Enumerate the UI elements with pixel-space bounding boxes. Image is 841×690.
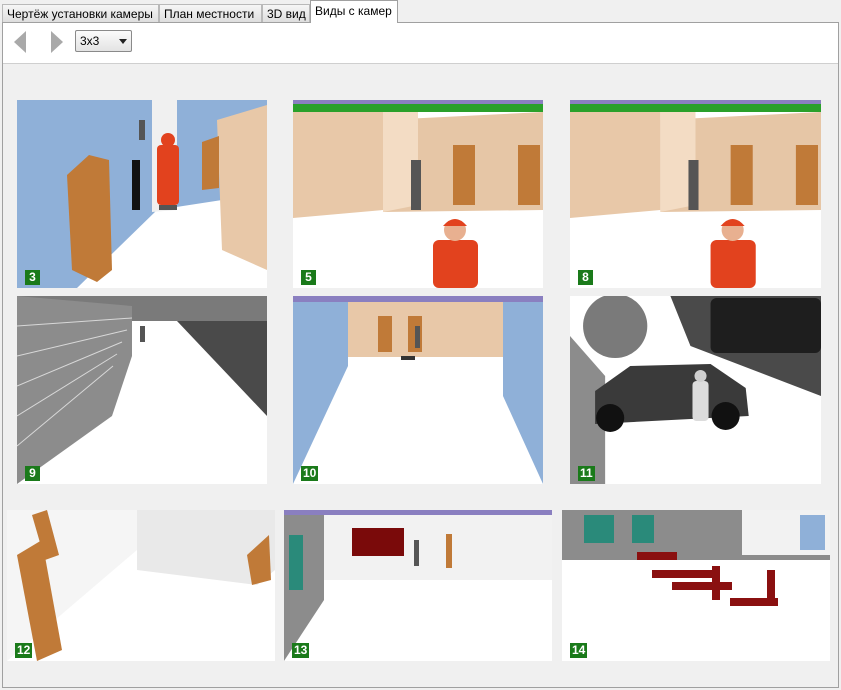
arrow-left-icon (14, 31, 26, 53)
camera-number-badge: 13 (292, 643, 310, 658)
camera-view-9[interactable]: 9 (17, 296, 267, 484)
camera-13-scene (284, 510, 552, 661)
camera-14-scene (562, 510, 830, 661)
camera-view-13[interactable]: 13 (284, 510, 552, 661)
camera-10-scene (293, 296, 543, 484)
tab-bar: Чертёж установки камеры План местности 3… (0, 0, 841, 23)
camera-view-3[interactable]: 3 (17, 100, 267, 288)
camera-number-badge: 8 (578, 270, 593, 285)
tab-terrain-plan[interactable]: План местности (159, 4, 262, 22)
camera-view-12[interactable]: 12 (7, 510, 275, 661)
prev-page-button[interactable] (9, 29, 31, 55)
camera-view-8[interactable]: 8 (570, 100, 821, 288)
camera-number-badge: 10 (301, 466, 319, 481)
camera-number-badge: 5 (301, 270, 316, 285)
camera-number-badge: 12 (15, 643, 33, 658)
toolbar: 3x3 (3, 23, 838, 64)
camera-3-scene (17, 100, 267, 288)
camera-number-badge: 9 (25, 466, 40, 481)
camera-view-14[interactable]: 14 (562, 510, 830, 661)
layout-select[interactable]: 3x3 (75, 30, 132, 52)
camera-5-scene (293, 100, 543, 288)
camera-8-scene (570, 100, 821, 288)
camera-number-badge: 11 (578, 466, 595, 481)
tab-3d-view[interactable]: 3D вид (262, 4, 310, 22)
camera-views-panel: 3x3 3 5 8 9 10 11 12 13 14 (2, 22, 839, 688)
camera-view-5[interactable]: 5 (293, 100, 543, 288)
camera-number-badge: 14 (570, 643, 588, 658)
camera-12-scene (7, 510, 275, 661)
camera-11-scene (570, 296, 821, 484)
arrow-right-icon (51, 31, 63, 53)
camera-view-10[interactable]: 10 (293, 296, 543, 484)
camera-number-badge: 3 (25, 270, 40, 285)
next-page-button[interactable] (46, 29, 68, 55)
tab-camera-drawing[interactable]: Чертёж установки камеры (2, 4, 159, 22)
chevron-down-icon (119, 39, 127, 44)
camera-grid: 3 5 8 9 10 11 12 13 14 (3, 64, 838, 687)
tab-camera-views[interactable]: Виды с камер (310, 0, 398, 23)
camera-view-11[interactable]: 11 (570, 296, 821, 484)
layout-select-value: 3x3 (80, 34, 100, 48)
camera-9-scene (17, 296, 267, 484)
